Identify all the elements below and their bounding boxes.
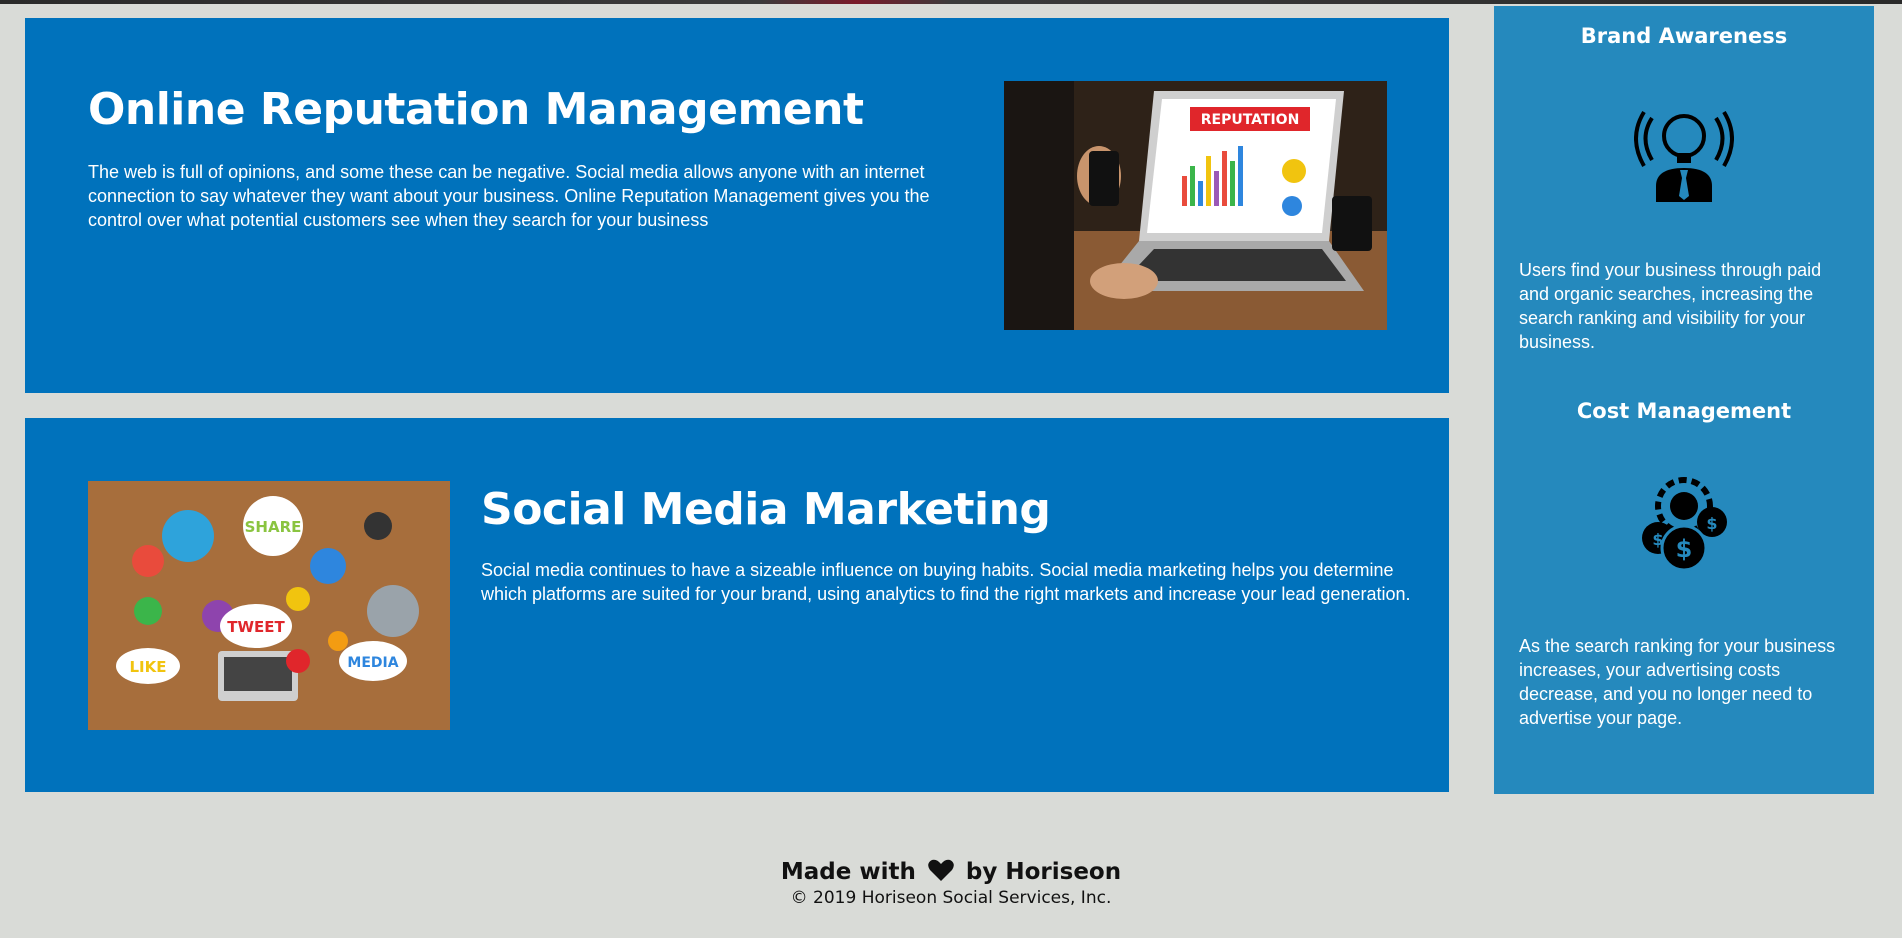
- social-media-image: SHARE TWEET LIKE MEDIA: [88, 481, 450, 730]
- benefits-sidebar: Brand Awareness Users find your business…: [1494, 6, 1874, 794]
- top-edge-bar: [0, 0, 1902, 4]
- brand-awareness-title: Brand Awareness: [1580, 24, 1788, 48]
- bubble-tweet-text: TWEET: [227, 618, 285, 636]
- reputation-image: REPUTATION: [1004, 81, 1387, 330]
- svg-text:$: $: [1652, 530, 1663, 549]
- heart-icon: [928, 859, 954, 881]
- cost-management-body: As the search ranking for your business …: [1519, 636, 1836, 728]
- section-social-media-marketing: SHARE TWEET LIKE MEDIA Social Media Mark…: [25, 418, 1449, 792]
- lightbulb-person-icon: [1634, 98, 1734, 202]
- svg-text:$: $: [1706, 514, 1717, 533]
- made-with-line: Made with by Horiseon: [0, 857, 1902, 887]
- svg-text:$: $: [1676, 535, 1693, 563]
- copyright-text: © 2019 Horiseon Social Services, Inc.: [790, 888, 1112, 908]
- reputation-banner-text: REPUTATION: [1201, 112, 1300, 128]
- cost-management-title: Cost Management: [1576, 399, 1792, 423]
- section-title: Social Media Marketing: [481, 484, 1051, 535]
- brand-awareness-body: Users find your business through paid an…: [1519, 260, 1822, 352]
- made-with-suffix: by Horiseon: [965, 859, 1122, 885]
- made-with-prefix: Made with: [780, 859, 916, 885]
- gear-coins-icon: $ $ $: [1634, 472, 1734, 576]
- bubble-media-text: MEDIA: [347, 655, 398, 671]
- section-title: Online Reputation Management: [88, 84, 864, 135]
- bubble-share-text: SHARE: [245, 518, 302, 536]
- page-footer: Made with by Horiseon © 2019 Horiseon So…: [0, 857, 1902, 909]
- section-body: Social media continues to have a sizeabl…: [481, 560, 1411, 604]
- bubble-like-text: LIKE: [129, 658, 166, 676]
- section-body: The web is full of opinions, and some th…: [88, 162, 930, 230]
- section-online-reputation: Online Reputation Management The web is …: [25, 18, 1449, 393]
